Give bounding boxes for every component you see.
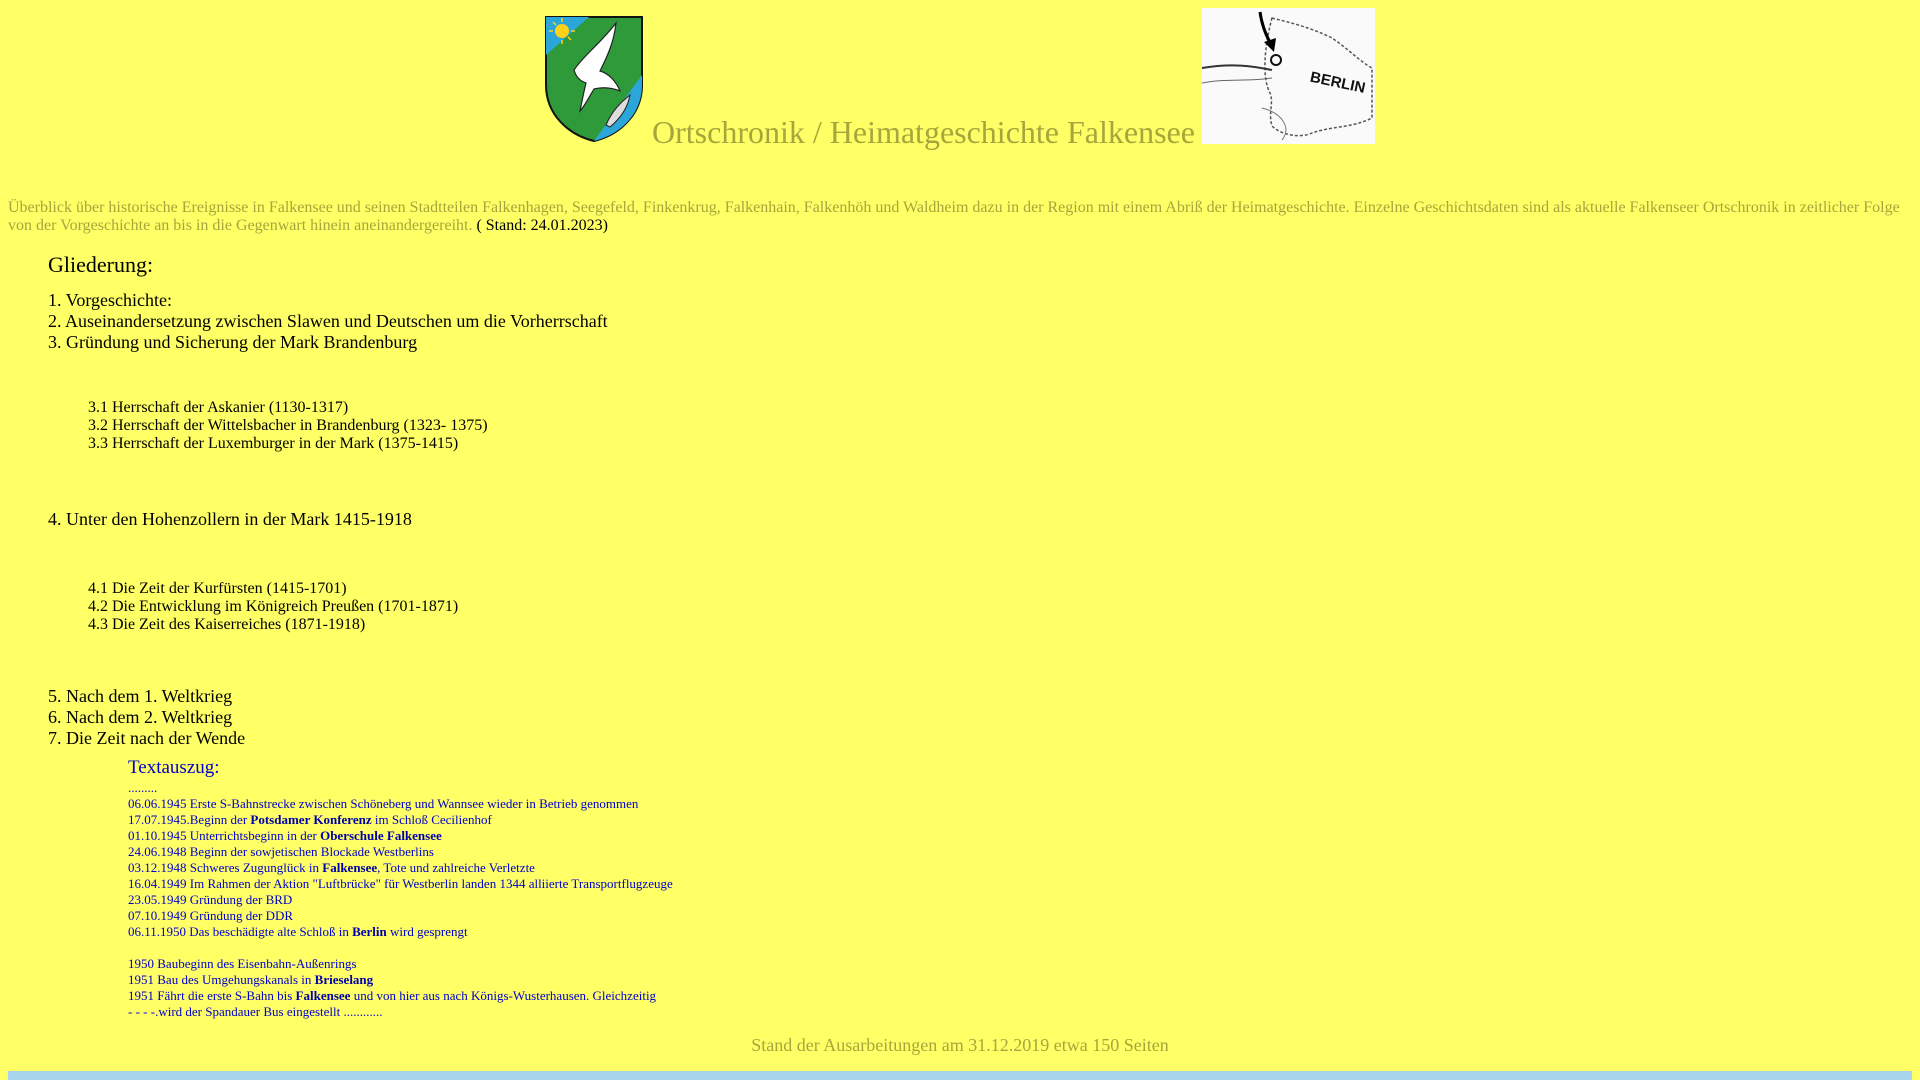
intro-text: Überblick über historische Ereignisse in… xyxy=(8,199,1900,234)
excerpt-line: 1951 Bau des Umgehungskanals in Briesela… xyxy=(128,972,1028,988)
excerpt-title: Textauszug: xyxy=(128,757,220,778)
excerpt-line-text: 06.11.1950 Das beschädigte alte Schloß i… xyxy=(128,924,353,939)
toc-item[interactable]: 6. Nach dem 2. Weltkrieg xyxy=(48,707,1048,728)
excerpt-line-text: 07.10.1949 Gründung der DDR xyxy=(128,908,294,923)
excerpt-line-text: 16.04.1949 Im Rahmen der Aktion "Luftbrü… xyxy=(128,876,673,891)
toc-subitem[interactable]: 3.1 Herrschaft der Askanier (1130-1317) xyxy=(88,399,1048,417)
excerpt-line: 23.05.1949 Gründung der BRD xyxy=(128,892,1028,908)
toc-item[interactable]: 3. Gründung und Sicherung der Mark Brand… xyxy=(48,332,1048,353)
text-excerpt: Textauszug: ......... 06.06.1945 Erste S… xyxy=(128,756,1028,1020)
toc-subitem[interactable]: 3.2 Herrschaft der Wittelsbacher in Bran… xyxy=(88,417,1048,435)
excerpt-dots: ......... xyxy=(128,780,158,795)
toc-subitem[interactable]: 3.3 Herrschaft der Luxemburger in der Ma… xyxy=(88,435,1048,453)
toc-item[interactable]: 5. Nach dem 1. Weltkrieg xyxy=(48,686,1048,707)
excerpt-line-text: 01.10.1945 Unterrichtsbeginn in der xyxy=(128,828,321,843)
excerpt-line-text: 17.07.1945.Beginn der xyxy=(128,812,251,827)
excerpt-line-text: 1951 Fährt die erste S-Bahn bis xyxy=(128,988,296,1003)
excerpt-line-text: 23.05.1949 Gründung der BRD xyxy=(128,892,293,907)
excerpt-line: 1950 Baubeginn des Eisenbahn-Außenrings xyxy=(128,956,1028,972)
page-title: Ortschronik / Heimatgeschichte Falkensee xyxy=(652,114,1195,150)
excerpt-highlight: Berlin xyxy=(352,924,387,939)
excerpt-highlight: Potsdamer Konferenz xyxy=(250,812,372,827)
toc-subitem[interactable]: 4.3 Die Zeit des Kaiserreiches (1871-191… xyxy=(88,616,1048,634)
excerpt-highlight: Falkensee xyxy=(295,988,351,1003)
falkensee-coat-of-arms xyxy=(544,15,644,143)
excerpt-line-text: wird gesprengt xyxy=(386,924,468,939)
toc-subitem[interactable]: 4.2 Die Entwicklung im Königreich Preuße… xyxy=(88,598,1048,616)
excerpt-line: 06.06.1945 Erste S-Bahnstrecke zwischen … xyxy=(128,796,1028,812)
excerpt-line xyxy=(128,940,1028,956)
excerpt-line-text: im Schloß Cecilienhof xyxy=(371,812,492,827)
toc-item[interactable]: 4. Unter den Hohenzollern in der Mark 14… xyxy=(48,509,1048,530)
excerpt-line: 16.04.1949 Im Rahmen der Aktion "Luftbrü… xyxy=(128,876,1028,892)
table-of-contents: Gliederung: 1. Vorgeschichte: 2. Auseina… xyxy=(48,250,1048,749)
excerpt-line: 1951 Fährt die erste S-Bahn bis Falkense… xyxy=(128,988,1028,1004)
toc-item[interactable]: 1. Vorgeschichte: xyxy=(48,290,1048,311)
excerpt-lines: 06.06.1945 Erste S-Bahnstrecke zwischen … xyxy=(128,796,1028,1020)
footer-status: Stand der Ausarbeitungen am 31.12.2019 e… xyxy=(751,1035,1169,1055)
excerpt-line-text: - - - -.wird der Spandauer Bus eingestel… xyxy=(128,1004,383,1019)
excerpt-line: 06.11.1950 Das beschädigte alte Schloß i… xyxy=(128,924,1028,940)
excerpt-line: - - - -.wird der Spandauer Bus eingestel… xyxy=(128,1004,1028,1020)
excerpt-line-text: 03.12.1948 Schweres Zugunglück in xyxy=(128,860,323,875)
excerpt-line: 07.10.1949 Gründung der DDR xyxy=(128,908,1028,924)
toc-item[interactable]: 2. Auseinandersetzung zwischen Slawen un… xyxy=(48,311,1048,332)
excerpt-line-text: 1950 Baubeginn des Eisenbahn-Außenrings xyxy=(128,956,357,971)
excerpt-line: 01.10.1945 Unterrichtsbeginn in der Ober… xyxy=(128,828,1028,844)
excerpt-line: 03.12.1948 Schweres Zugunglück in Falken… xyxy=(128,860,1028,876)
page-header: Ortschronik / Heimatgeschichte Falkensee… xyxy=(0,0,1920,150)
bottom-bar xyxy=(8,1071,1912,1080)
stand-date: ( Stand: 24.01.2023) xyxy=(476,217,608,234)
toc-heading: Gliederung: xyxy=(48,252,154,277)
excerpt-line-text: , Tote und zahlreiche Verletzte xyxy=(377,860,535,875)
excerpt-highlight: Oberschule Falkensee xyxy=(320,828,442,843)
excerpt-line: 24.06.1948 Beginn der sowjetischen Block… xyxy=(128,844,1028,860)
toc-item[interactable]: 7. Die Zeit nach der Wende xyxy=(48,728,1048,749)
berlin-map-image: BERLIN xyxy=(1201,8,1375,144)
excerpt-line-text: 1951 Bau des Umgehungskanals in xyxy=(128,972,315,987)
toc-subitem[interactable]: 4.1 Die Zeit der Kurfürsten (1415-1701) xyxy=(88,580,1048,598)
excerpt-highlight: Brieselang xyxy=(314,972,374,987)
excerpt-line-text: 06.06.1945 Erste S-Bahnstrecke zwischen … xyxy=(128,796,639,811)
excerpt-line-text: 24.06.1948 Beginn der sowjetischen Block… xyxy=(128,844,434,859)
excerpt-highlight: Falkensee xyxy=(322,860,378,875)
excerpt-line: 17.07.1945.Beginn der Potsdamer Konferen… xyxy=(128,812,1028,828)
intro-paragraph: Überblick über historische Ereignisse in… xyxy=(8,199,1912,235)
excerpt-line-text: und von hier aus nach Königs-Wusterhause… xyxy=(350,988,657,1003)
